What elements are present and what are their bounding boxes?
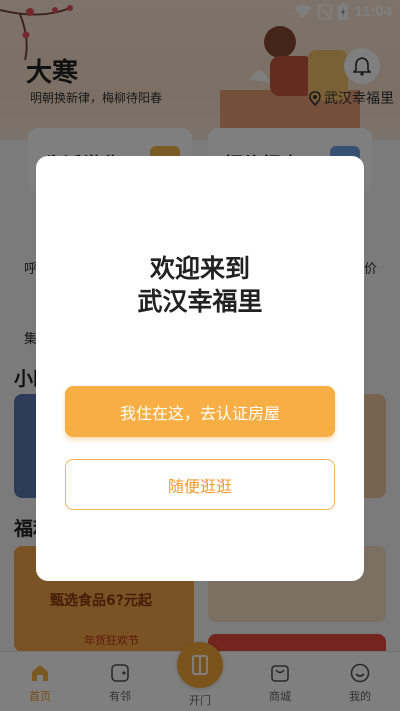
welcome-dialog: 欢迎来到 武汉幸福里 我住在这，去认证房屋 随便逛逛 (36, 156, 364, 581)
verify-house-button[interactable]: 我住在这，去认证房屋 (65, 386, 335, 437)
welcome-line-2: 武汉幸福里 (137, 287, 263, 316)
welcome-title: 欢迎来到 武汉幸福里 (36, 252, 364, 318)
browse-button[interactable]: 随便逛逛 (65, 459, 335, 510)
welcome-line-1: 欢迎来到 (149, 254, 250, 283)
